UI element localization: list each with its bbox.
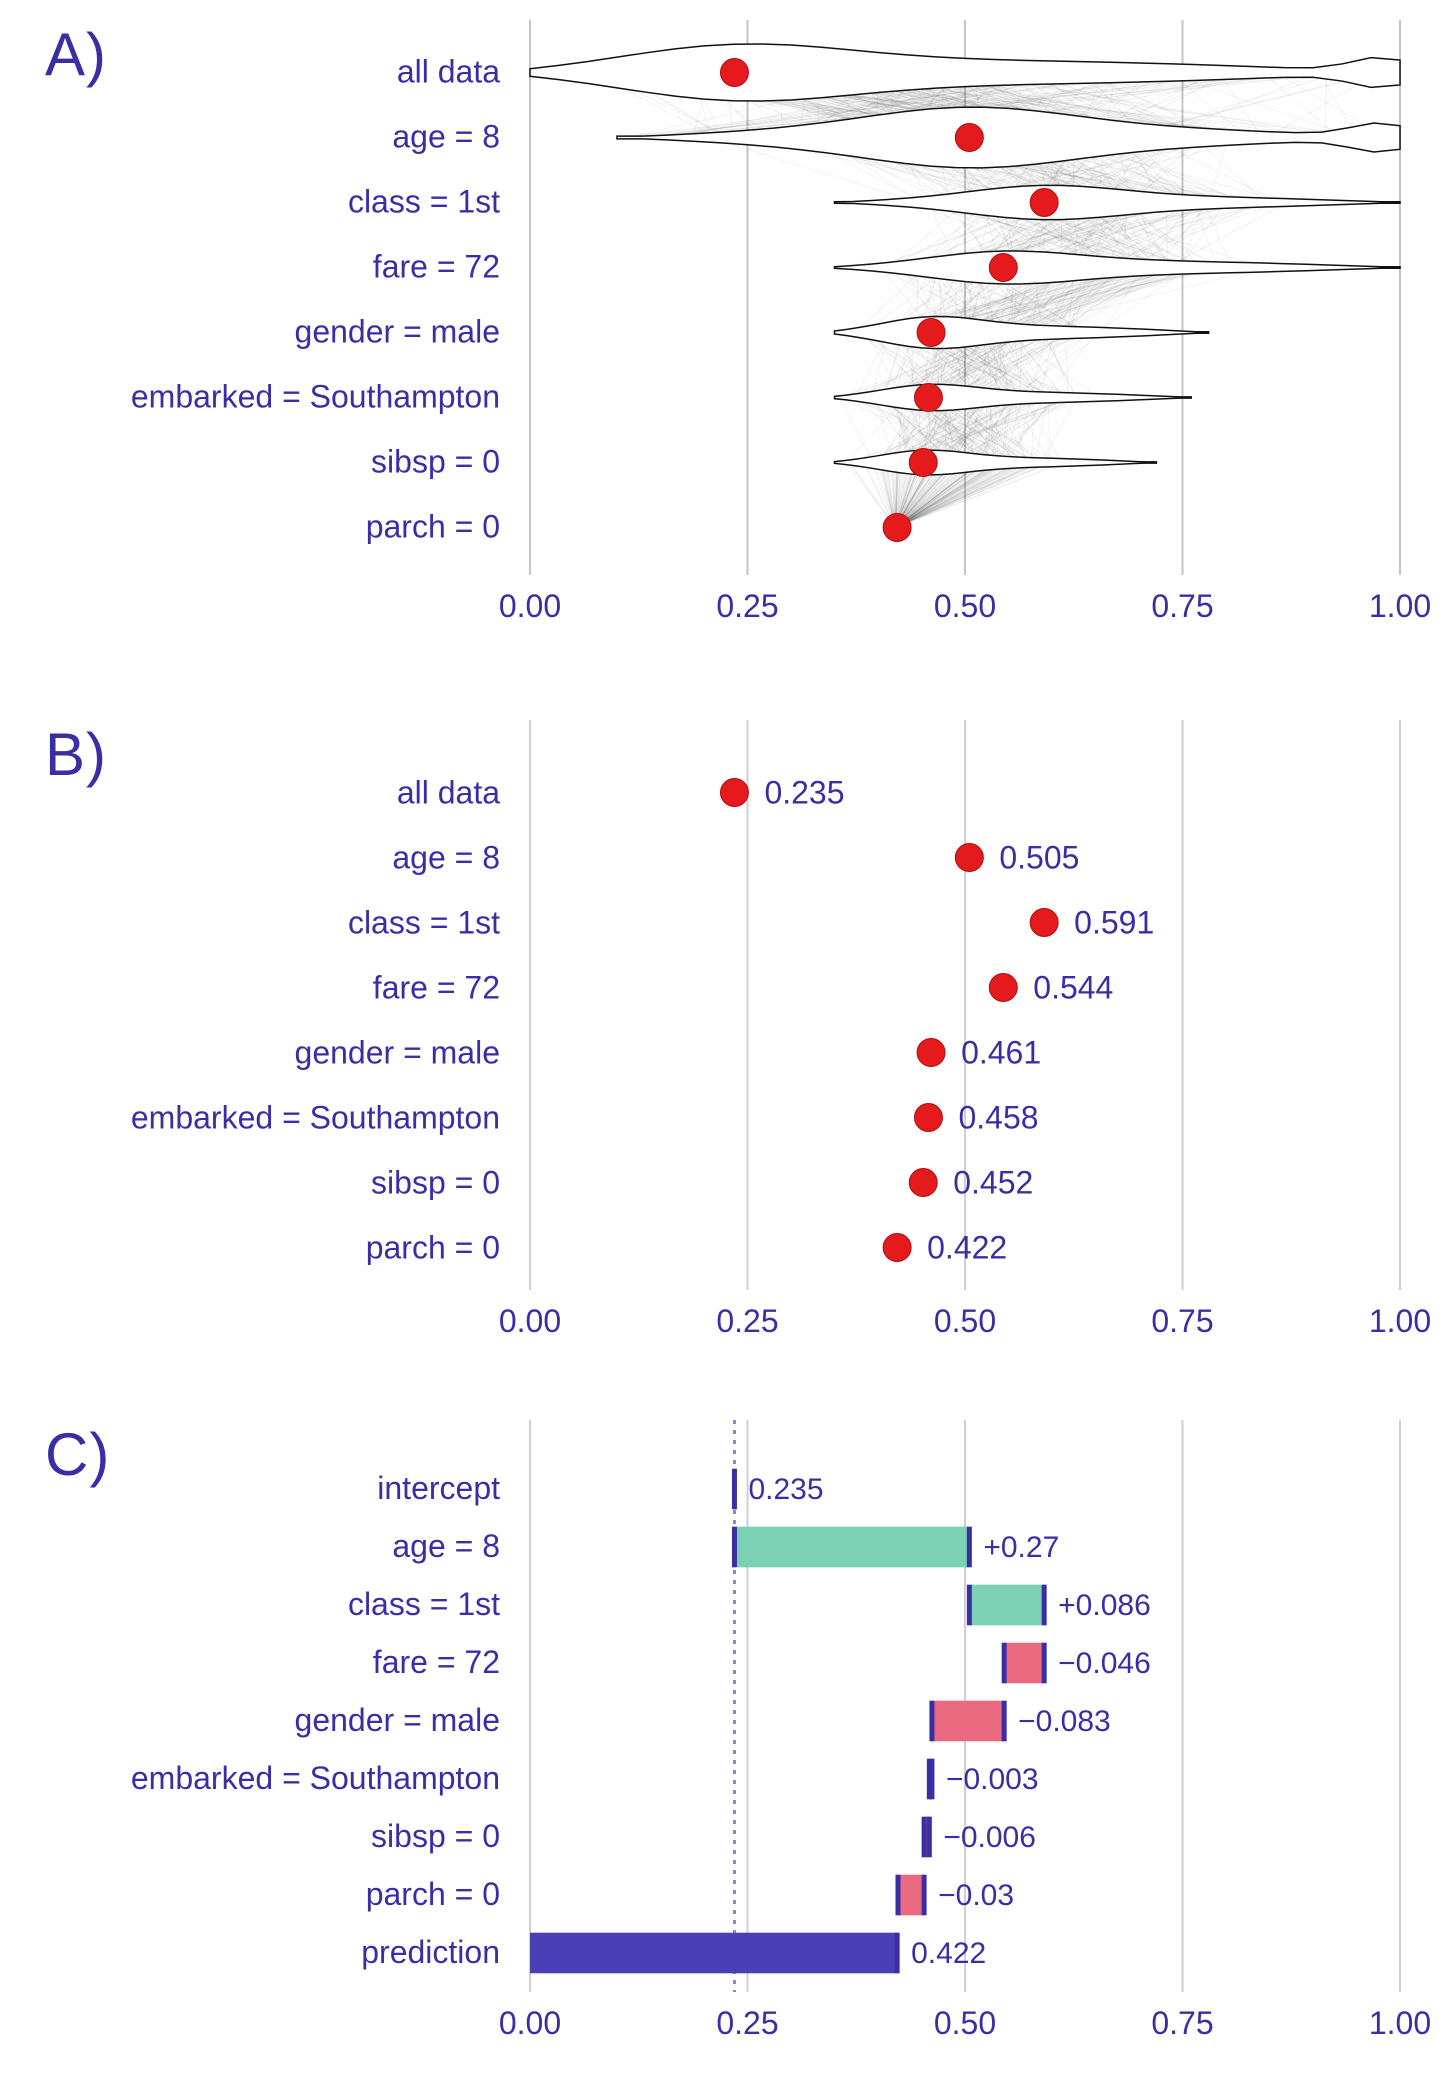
ylabel-c-4: gender = male — [295, 1702, 500, 1738]
ylabel-b-3: fare = 72 — [373, 970, 500, 1006]
ylabel-b-0: all data — [397, 775, 500, 811]
point-a-1 — [955, 124, 983, 152]
value-b-3: 0.544 — [1033, 970, 1113, 1006]
point-b-0 — [720, 779, 748, 807]
ylabel-a-4: gender = male — [295, 314, 500, 350]
point-b-5 — [914, 1104, 942, 1132]
value-b-4: 0.461 — [961, 1035, 1041, 1071]
point-b-4 — [917, 1039, 945, 1067]
xtick-a-2: 0.50 — [934, 588, 996, 624]
barlabel-c-3: −0.046 — [1058, 1647, 1151, 1680]
point-b-2 — [1030, 909, 1058, 937]
value-b-0: 0.235 — [764, 775, 844, 811]
ylabel-a-1: age = 8 — [392, 119, 500, 155]
barlabel-c-5: −0.003 — [946, 1763, 1039, 1796]
barlabel-c-6: −0.006 — [943, 1821, 1036, 1854]
value-b-1: 0.505 — [999, 840, 1079, 876]
chart-c: intercept 0.235 age = 8 +0.27 class = 1st +0.… — [0, 1410, 1448, 2070]
ylabel-b-6: sibsp = 0 — [371, 1165, 500, 1201]
barlabel-c-8: 0.422 — [911, 1937, 986, 1970]
ylabel-a-0: all data — [397, 54, 500, 90]
point-b-3 — [989, 974, 1017, 1002]
point-a-0 — [720, 59, 748, 87]
ylabel-c-8: prediction — [361, 1934, 500, 1970]
point-a-7 — [883, 514, 911, 542]
ylabel-b-1: age = 8 — [392, 840, 500, 876]
ylabel-b-4: gender = male — [295, 1035, 500, 1071]
xtick-a-0: 0.00 — [499, 588, 561, 624]
xtick-b-3: 0.75 — [1151, 1303, 1213, 1339]
ylabel-a-3: fare = 72 — [373, 249, 500, 285]
ylabel-c-2: class = 1st — [348, 1586, 500, 1622]
xtick-b-1: 0.25 — [716, 1303, 778, 1339]
ylabel-c-1: age = 8 — [392, 1528, 500, 1564]
ylabel-a-5: embarked = Southampton — [131, 379, 500, 415]
point-b-6 — [909, 1169, 937, 1197]
point-b-1 — [955, 844, 983, 872]
point-a-2 — [1030, 189, 1058, 217]
ylabel-c-5: embarked = Southampton — [131, 1760, 500, 1796]
xtick-b-4: 1.00 — [1369, 1303, 1431, 1339]
chart-a: all data age = 8 class = 1st fare = 72 gende… — [0, 10, 1448, 670]
point-b-7 — [883, 1234, 911, 1262]
value-b-2: 0.591 — [1074, 905, 1154, 941]
value-b-5: 0.458 — [958, 1100, 1038, 1136]
xtick-a-4: 1.00 — [1369, 588, 1431, 624]
page: A) B) C) all dataage = 8class = 1stfare … — [0, 0, 1448, 2090]
bar-prediction — [530, 1933, 897, 1974]
xtick-c-2: 0.50 — [934, 2005, 996, 2041]
ylabel-a-7: parch = 0 — [366, 509, 500, 545]
xtick-c-0: 0.00 — [499, 2005, 561, 2041]
ylabel-a-2: class = 1st — [348, 184, 500, 220]
bar-c-3 — [1004, 1643, 1044, 1684]
value-b-7: 0.422 — [927, 1230, 1007, 1266]
barlabel-c-1: +0.27 — [983, 1531, 1059, 1564]
ylabel-b-5: embarked = Southampton — [131, 1100, 500, 1136]
ylabel-b-2: class = 1st — [348, 905, 500, 941]
ylabel-c-6: sibsp = 0 — [371, 1818, 500, 1854]
ylabel-a-6: sibsp = 0 — [371, 444, 500, 480]
bar-c-7 — [898, 1875, 924, 1916]
point-a-3 — [989, 254, 1017, 282]
xtick-a-3: 0.75 — [1151, 588, 1213, 624]
barlabel-c-4: −0.083 — [1018, 1705, 1111, 1738]
xtick-b-0: 0.00 — [499, 1303, 561, 1339]
barlabel-c-2: +0.086 — [1058, 1589, 1151, 1622]
bar-c-4 — [932, 1701, 1004, 1742]
point-a-6 — [909, 449, 937, 477]
value-b-6: 0.452 — [953, 1165, 1033, 1201]
xtick-c-3: 0.75 — [1151, 2005, 1213, 2041]
chart-b: 0.235 all data 0.505 age = 8 0.591 class = 1s… — [0, 710, 1448, 1370]
xtick-c-4: 1.00 — [1369, 2005, 1431, 2041]
point-a-4 — [917, 319, 945, 347]
xtick-b-2: 0.50 — [934, 1303, 996, 1339]
ylabel-c-3: fare = 72 — [373, 1644, 500, 1680]
barlabel-c-7: −0.03 — [938, 1879, 1014, 1912]
barlabel-c-0: 0.235 — [748, 1473, 823, 1506]
ylabel-c-7: parch = 0 — [366, 1876, 500, 1912]
ylabel-c-0: intercept — [377, 1470, 500, 1506]
bar-c-2 — [969, 1585, 1044, 1626]
ylabel-b-7: parch = 0 — [366, 1230, 500, 1266]
xtick-a-1: 0.25 — [716, 588, 778, 624]
bar-c-1 — [734, 1527, 969, 1568]
xtick-c-1: 0.25 — [716, 2005, 778, 2041]
point-a-5 — [914, 384, 942, 412]
